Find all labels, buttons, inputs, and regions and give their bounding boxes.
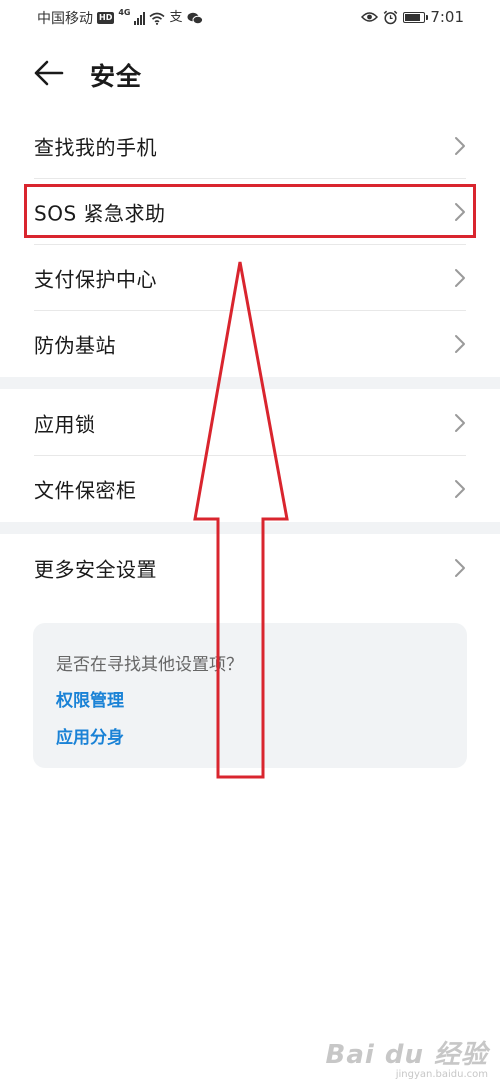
watermark: Bai du 经验 jingyan.baidu.com [326, 1034, 489, 1080]
watermark-logo: Bai du 经验 [325, 1040, 488, 1070]
annotation-arrow-icon [193, 261, 289, 779]
